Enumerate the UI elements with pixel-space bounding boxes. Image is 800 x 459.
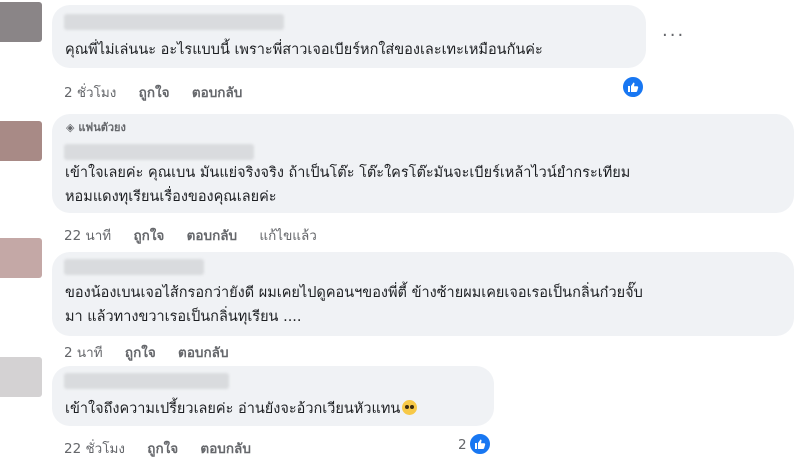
edited-label: แก้ไขแล้ว bbox=[259, 228, 317, 244]
nauseated-face-icon bbox=[402, 400, 418, 415]
comment-actions: 22 นาที ถูกใจ ตอบกลับ แก้ไขแล้ว bbox=[64, 224, 335, 246]
like-icon[interactable] bbox=[621, 75, 645, 99]
comment-time[interactable]: 2 ชั่วโมง bbox=[64, 85, 116, 101]
comment-bubble: เข้าใจถึงความเปรี้ยวเลยค่ะ อ่านยังจะอ้วก… bbox=[52, 366, 494, 426]
like-icon[interactable] bbox=[468, 432, 492, 456]
more-options-icon[interactable]: ··· bbox=[662, 25, 685, 46]
comment-text-line-2: หอมแดงทุเรียนเรื่องของคุณเลยค่ะ bbox=[65, 189, 277, 205]
like-button[interactable]: ถูกใจ bbox=[139, 85, 170, 101]
comment-text-line-1: ของน้องเบนเจอไส้กรอกว่ายังดี ผมเคยไปดูคอ… bbox=[65, 285, 643, 301]
comment-text-line-2: มา แล้วทางขวาเรอเป็นกลิ่นทุเรียน .... bbox=[65, 309, 302, 325]
comment-actions: 2 ชั่วโมง ถูกใจ ตอบกลับ bbox=[64, 81, 260, 103]
diamond-icon: ◈ bbox=[66, 121, 75, 134]
like-button[interactable]: ถูกใจ bbox=[147, 441, 178, 457]
comment-text-content: เข้าใจถึงความเปรี้ยวเลยค่ะ อ่านยังจะอ้วก… bbox=[65, 401, 401, 417]
comment-time[interactable]: 2 นาที bbox=[64, 345, 103, 361]
avatar[interactable] bbox=[0, 2, 42, 42]
comment-actions: 22 ชั่วโมง ถูกใจ ตอบกลับ bbox=[64, 437, 269, 459]
like-button[interactable]: ถูกใจ bbox=[125, 345, 156, 361]
reply-button[interactable]: ตอบกลับ bbox=[187, 228, 237, 244]
reply-button[interactable]: ตอบกลับ bbox=[200, 441, 250, 457]
comment-time[interactable]: 22 นาที bbox=[64, 228, 111, 244]
comment-time[interactable]: 22 ชั่วโมง bbox=[64, 441, 125, 457]
comment-bubble: ◈ แฟนตัวยง เข้าใจเลยค่ะ คุณเบน มันแย่จริ… bbox=[52, 114, 794, 213]
comment-bubble: คุณพี่ไม่เล่นนะ อะไรแบบนี้ เพราะพี่สาวเจ… bbox=[52, 5, 646, 68]
badge-label: แฟนตัวยง bbox=[78, 121, 126, 134]
comment-text: คุณพี่ไม่เล่นนะ อะไรแบบนี้ เพราะพี่สาวเจ… bbox=[65, 42, 543, 58]
author-name-blurred[interactable] bbox=[64, 144, 254, 160]
avatar[interactable] bbox=[0, 238, 42, 278]
comment-text-line-1: เข้าใจเลยค่ะ คุณเบน มันแย่จริงจริง ถ้าเป… bbox=[65, 165, 631, 181]
author-name-blurred[interactable] bbox=[64, 14, 284, 30]
comment-bubble: ของน้องเบนเจอไส้กรอกว่ายังดี ผมเคยไปดูคอ… bbox=[52, 252, 794, 336]
author-name-blurred[interactable] bbox=[64, 373, 229, 389]
like-button[interactable]: ถูกใจ bbox=[133, 228, 164, 244]
reply-button[interactable]: ตอบกลับ bbox=[178, 345, 228, 361]
top-fan-badge: ◈ แฟนตัวยง bbox=[66, 118, 126, 136]
avatar[interactable] bbox=[0, 121, 42, 161]
reply-button[interactable]: ตอบกลับ bbox=[192, 85, 242, 101]
comment-text: เข้าใจถึงความเปรี้ยวเลยค่ะ อ่านยังจะอ้วก… bbox=[65, 397, 418, 421]
avatar[interactable] bbox=[0, 357, 42, 397]
reaction-count[interactable]: 2 bbox=[458, 437, 467, 453]
comment-actions: 2 นาที ถูกใจ ตอบกลับ bbox=[64, 341, 247, 363]
author-name-blurred[interactable] bbox=[64, 259, 204, 275]
